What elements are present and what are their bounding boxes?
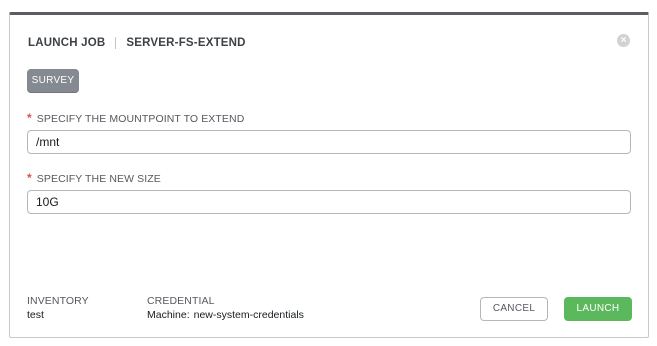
required-marker: * [27,111,32,125]
close-icon[interactable]: × [617,34,630,47]
modal-header: LAUNCH JOB SERVER-FS-EXTEND [28,33,630,53]
cancel-button[interactable]: CANCEL [480,297,548,321]
title-separator [115,37,117,49]
new-size-field-label: * SPECIFY THE NEW SIZE [27,171,161,185]
mountpoint-input[interactable]: /mnt [27,130,631,154]
job-name: SERVER-FS-EXTEND [126,37,246,49]
credential-type: Machine: [147,309,190,321]
mountpoint-field-label: * SPECIFY THE MOUNTPOINT TO EXTEND [27,111,244,125]
inventory-label: INVENTORY [27,295,89,307]
survey-tab-button[interactable]: SURVEY [27,69,79,93]
launch-button[interactable]: LAUNCH [564,297,632,321]
credential-value: new-system-credentials [193,309,304,321]
mountpoint-label-text: SPECIFY THE MOUNTPOINT TO EXTEND [36,113,245,125]
new-size-input[interactable]: 10G [27,190,631,214]
inventory-value: test [27,309,44,321]
required-marker: * [27,171,32,185]
launch-job-modal: LAUNCH JOB SERVER-FS-EXTEND × SURVEY * SP… [9,12,649,338]
new-size-label-text: SPECIFY THE NEW SIZE [36,173,161,185]
credential-value-row: Machine: new-system-credentials [147,309,304,321]
credential-label: CREDENTIAL [147,295,215,307]
modal-title: LAUNCH JOB [28,37,106,49]
